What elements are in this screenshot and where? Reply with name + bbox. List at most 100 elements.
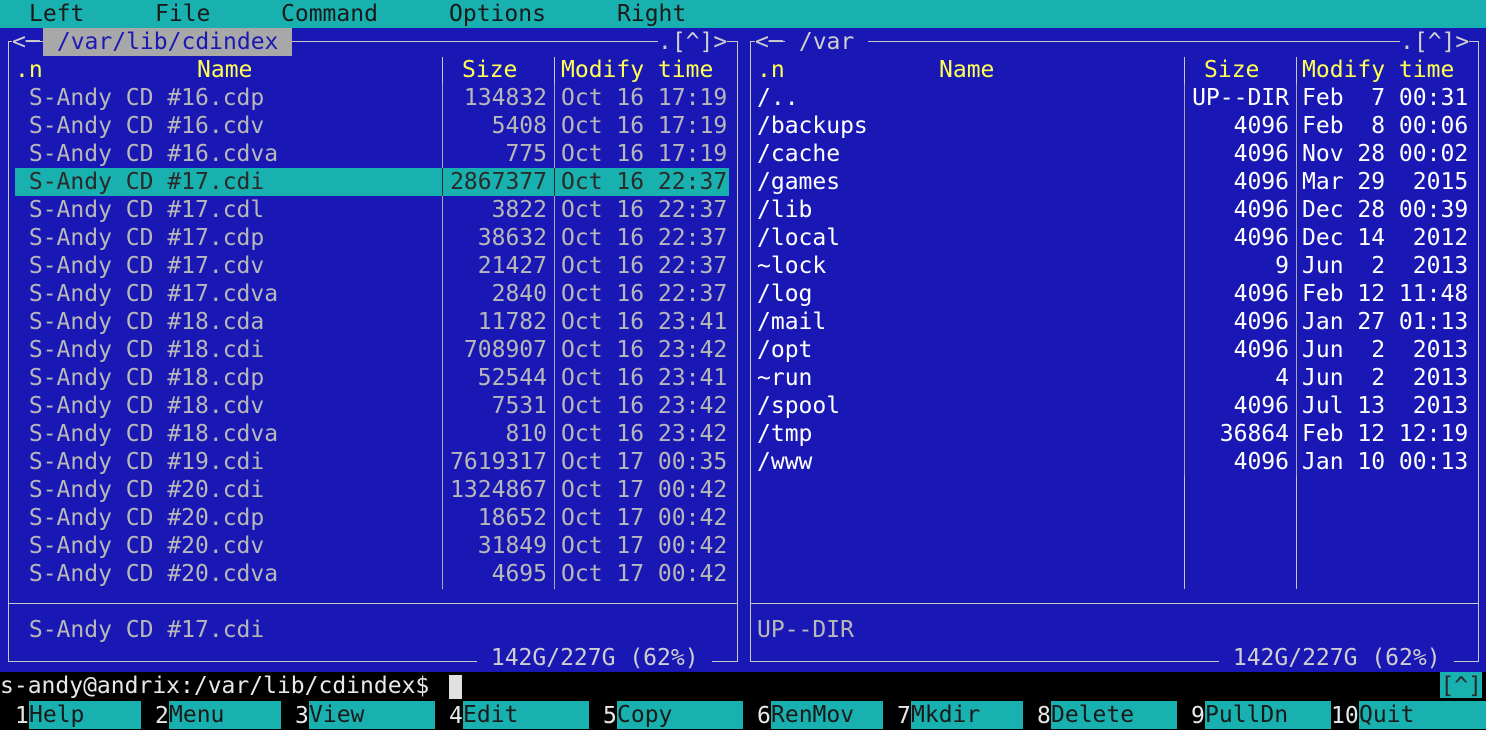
- file-name: /spool: [757, 393, 841, 419]
- file-row[interactable]: /backups 4096 Feb 8 00:06: [757, 112, 1471, 140]
- file-row[interactable]: /.. UP--DIR Feb 7 00:31: [757, 84, 1471, 112]
- column-separator: [1184, 308, 1185, 336]
- right-header-size[interactable]: Size: [1204, 56, 1259, 84]
- fkey-8-number: 8: [1037, 703, 1051, 729]
- column-separator: [1184, 168, 1185, 196]
- file-row[interactable]: S-Andy CD #16.cdv 5408 Oct 16 17:19: [15, 112, 729, 140]
- file-row[interactable]: ~run 4 Jun 2 2013: [757, 364, 1471, 392]
- file-name: /games: [757, 169, 841, 195]
- file-row[interactable]: /www 4096 Jan 10 00:13: [757, 448, 1471, 476]
- file-row[interactable]: /tmp 36864 Feb 12 12:19: [757, 420, 1471, 448]
- file-row[interactable]: S-Andy CD #18.cdv 7531 Oct 16 23:42: [15, 392, 729, 420]
- column-separator: [554, 392, 555, 420]
- file-name: S-Andy CD #16.cdv: [15, 113, 265, 139]
- file-row[interactable]: S-Andy CD #20.cdva 4695 Oct 17 00:42: [15, 560, 729, 588]
- menu-file[interactable]: File: [155, 0, 210, 28]
- fkey-4-number: 4: [449, 703, 463, 729]
- file-modify-time: Oct 16 23:42: [561, 337, 728, 363]
- file-name: /mail: [757, 309, 827, 335]
- menu-right[interactable]: Right: [617, 0, 686, 28]
- file-size: 4096: [1233, 113, 1289, 139]
- fkey-quit-button[interactable]: Quit: [1359, 701, 1486, 729]
- left-header-size[interactable]: Size: [462, 56, 517, 84]
- right-header-sort[interactable]: .n: [757, 56, 785, 84]
- file-row[interactable]: /cache 4096 Nov 28 00:02: [757, 140, 1471, 168]
- file-row[interactable]: S-Andy CD #16.cdp 134832 Oct 16 17:19: [15, 84, 729, 112]
- column-separator: [442, 392, 443, 420]
- file-row[interactable]: /mail 4096 Jan 27 01:13: [757, 308, 1471, 336]
- fkey-delete-button[interactable]: Delete: [1051, 701, 1177, 729]
- file-row[interactable]: S-Andy CD #18.cda 11782 Oct 16 23:41: [15, 308, 729, 336]
- file-row[interactable]: S-Andy CD #19.cdi 7619317 Oct 17 00:35: [15, 448, 729, 476]
- file-size: UP--DIR: [1192, 85, 1289, 111]
- right-header-time[interactable]: Modify time: [1302, 56, 1454, 84]
- file-size: 4096: [1233, 281, 1289, 307]
- fkey-edit-button[interactable]: Edit: [463, 701, 589, 729]
- file-size: 18652: [477, 505, 547, 531]
- fkey-9-number: 9: [1191, 703, 1205, 729]
- fkey-renmov-button[interactable]: RenMov: [771, 701, 883, 729]
- menu-options[interactable]: Options: [449, 0, 546, 28]
- file-row[interactable]: S-Andy CD #18.cdp 52544 Oct 16 23:41: [15, 364, 729, 392]
- fkey-view-button[interactable]: View: [309, 701, 435, 729]
- right-panel-back-arrow[interactable]: <─: [755, 28, 783, 56]
- file-row[interactable]: S-Andy CD #16.cdva 775 Oct 16 17:19: [15, 140, 729, 168]
- left-disk-info: 142G/227G (62%): [477, 644, 713, 672]
- left-header-name[interactable]: Name: [197, 56, 252, 84]
- fkey-mkdir-button[interactable]: Mkdir: [911, 701, 1023, 729]
- column-separator: [554, 84, 555, 112]
- file-row[interactable]: ~lock 9 Jun 2 2013: [757, 252, 1471, 280]
- file-modify-time: Oct 16 22:37: [561, 281, 728, 307]
- left-header-time[interactable]: Modify time: [561, 56, 713, 84]
- fkey-pulldn-button[interactable]: PullDn: [1205, 701, 1331, 729]
- file-size: 4096: [1233, 449, 1289, 475]
- command-history-button[interactable]: [^]: [1440, 672, 1482, 699]
- left-mini-status: S-Andy CD #17.cdi: [15, 617, 265, 643]
- command-line[interactable]: s-andy@andrix:/var/lib/cdindex$: [0, 672, 1486, 700]
- column-separator: [554, 140, 555, 168]
- right-header-name[interactable]: Name: [939, 56, 994, 84]
- left-panel-corner-controls[interactable]: .[^]>: [658, 28, 728, 56]
- file-row[interactable]: /log 4096 Feb 12 11:48: [757, 280, 1471, 308]
- file-row[interactable]: /spool 4096 Jul 13 2013: [757, 392, 1471, 420]
- file-row[interactable]: S-Andy CD #20.cdv 31849 Oct 17 00:42: [15, 532, 729, 560]
- menu-command[interactable]: Command: [281, 0, 378, 28]
- file-row[interactable]: /lib 4096 Dec 28 00:39: [757, 196, 1471, 224]
- file-modify-time: Oct 16 22:37: [561, 197, 728, 223]
- file-modify-time: Feb 12 12:19: [1302, 421, 1469, 447]
- file-row[interactable]: S-Andy CD #17.cdp 38632 Oct 16 22:37: [15, 224, 729, 252]
- left-panel-back-arrow[interactable]: <─: [12, 28, 40, 56]
- file-row[interactable]: S-Andy CD #20.cdp 18652 Oct 17 00:42: [15, 504, 729, 532]
- fkey-menu-button[interactable]: Menu: [169, 701, 281, 729]
- file-row-selected[interactable]: S-Andy CD #17.cdi 2867377 Oct 16 22:37: [15, 168, 729, 196]
- file-row[interactable]: /opt 4096 Jun 2 2013: [757, 336, 1471, 364]
- file-row[interactable]: S-Andy CD #17.cdl 3822 Oct 16 22:37: [15, 196, 729, 224]
- file-row[interactable]: S-Andy CD #18.cdi 708907 Oct 16 23:42: [15, 336, 729, 364]
- menu-left[interactable]: Left: [29, 0, 84, 28]
- fkey-copy-button[interactable]: Copy: [617, 701, 743, 729]
- column-separator: [554, 196, 555, 224]
- left-header-sort[interactable]: .n: [15, 56, 43, 84]
- file-name: S-Andy CD #18.cdp: [15, 365, 265, 391]
- file-row[interactable]: S-Andy CD #17.cdva 2840 Oct 16 22:37: [15, 280, 729, 308]
- file-row[interactable]: /local 4096 Dec 14 2012: [757, 224, 1471, 252]
- file-name: /local: [757, 225, 841, 251]
- column-separator: [442, 252, 443, 280]
- right-panel-corner-controls[interactable]: .[^]>: [1400, 28, 1470, 56]
- file-name: S-Andy CD #17.cdl: [15, 197, 265, 223]
- column-separator: [554, 364, 555, 392]
- column-separator: [1184, 252, 1185, 280]
- file-row[interactable]: S-Andy CD #17.cdv 21427 Oct 16 22:37: [15, 252, 729, 280]
- column-separator: [442, 336, 443, 364]
- file-row[interactable]: /games 4096 Mar 29 2015: [757, 168, 1471, 196]
- file-row[interactable]: S-Andy CD #18.cdva 810 Oct 16 23:42: [15, 420, 729, 448]
- column-separator: [442, 224, 443, 252]
- column-separator: [1296, 364, 1297, 392]
- column-separator: [554, 420, 555, 448]
- fkey-help-button[interactable]: Help: [29, 701, 141, 729]
- file-row[interactable]: S-Andy CD #20.cdi 1324867 Oct 17 00:42: [15, 476, 729, 504]
- file-modify-time: Oct 17 00:35: [561, 449, 728, 475]
- column-separator: [554, 280, 555, 308]
- file-modify-time: Dec 28 00:39: [1302, 197, 1469, 223]
- file-modify-time: Oct 16 17:19: [561, 113, 728, 139]
